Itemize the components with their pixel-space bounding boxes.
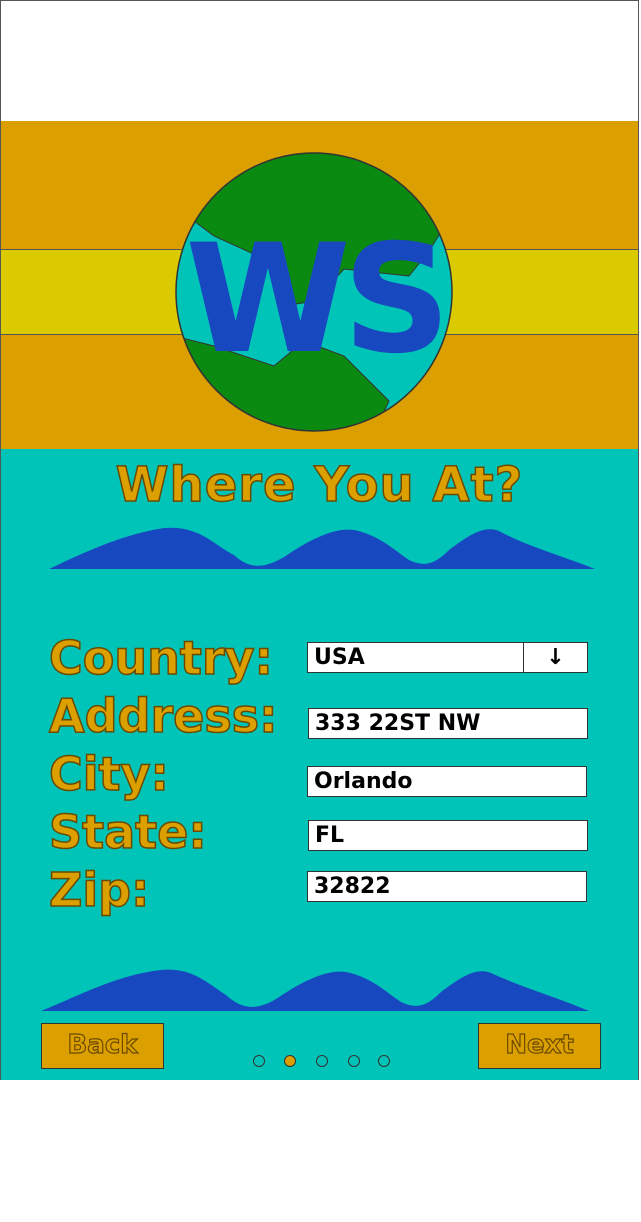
- country-select[interactable]: USA ↓: [307, 642, 588, 673]
- address-form-panel: Where You At? Country: Address: City: St…: [1, 449, 638, 1080]
- city-label: City:: [48, 747, 169, 801]
- chevron-down-icon[interactable]: ↓: [523, 643, 587, 672]
- page-title: Where You At?: [115, 456, 524, 514]
- app-screen: WS Where You At? Country: Address: City:…: [0, 0, 639, 1080]
- top-bar: [1, 1, 638, 122]
- logo-text: WS: [185, 213, 443, 387]
- page-indicator: [251, 1055, 401, 1071]
- zip-label: Zip:: [48, 863, 150, 917]
- page-dot-3[interactable]: [316, 1055, 328, 1067]
- country-label: Country:: [48, 631, 273, 685]
- decorative-wave-top: [49, 527, 595, 569]
- page-dot-5[interactable]: [378, 1055, 390, 1067]
- page-dot-2[interactable]: [284, 1055, 296, 1067]
- next-button[interactable]: Next: [478, 1023, 601, 1069]
- address-label: Address:: [48, 689, 278, 743]
- page-dot-4[interactable]: [348, 1055, 360, 1067]
- zip-input[interactable]: 32822: [307, 871, 587, 902]
- globe-logo-icon: WS: [175, 152, 453, 432]
- state-label: State:: [48, 805, 207, 859]
- city-input[interactable]: Orlando: [307, 766, 587, 797]
- address-input[interactable]: 333 22ST NW: [308, 708, 588, 739]
- decorative-wave-bottom: [41, 969, 589, 1011]
- state-input[interactable]: FL: [308, 820, 588, 851]
- back-button[interactable]: Back: [41, 1023, 164, 1069]
- country-select-value: USA: [314, 645, 365, 670]
- page-dot-1[interactable]: [253, 1055, 265, 1067]
- header-banner: WS: [1, 121, 638, 450]
